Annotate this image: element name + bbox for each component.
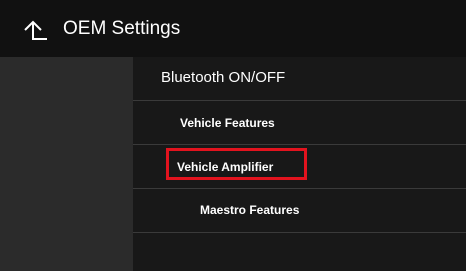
settings-list: Bluetooth ON/OFF Vehicle Features Vehicl… — [133, 57, 466, 271]
back-button[interactable] — [22, 18, 48, 44]
app-header: OEM Settings — [0, 0, 466, 57]
page-title: OEM Settings — [63, 18, 181, 39]
menu-item-bluetooth[interactable]: Bluetooth ON/OFF — [133, 57, 466, 101]
menu-item-label: Bluetooth ON/OFF — [161, 69, 286, 86]
back-arrow-icon — [24, 20, 47, 40]
menu-item-label: Vehicle Features — [180, 116, 275, 130]
menu-item-label: Maestro Features — [200, 203, 300, 217]
sidebar — [0, 57, 133, 271]
menu-item-vehicle-features[interactable]: Vehicle Features — [133, 101, 466, 145]
menu-item-maestro-features[interactable]: Maestro Features — [133, 189, 466, 233]
oem-settings-screen: OEM Settings Bluetooth ON/OFF Vehicle Fe… — [0, 0, 466, 271]
menu-item-vehicle-amplifier[interactable]: Vehicle Amplifier — [133, 145, 466, 189]
menu-item-label: Vehicle Amplifier — [177, 160, 274, 174]
